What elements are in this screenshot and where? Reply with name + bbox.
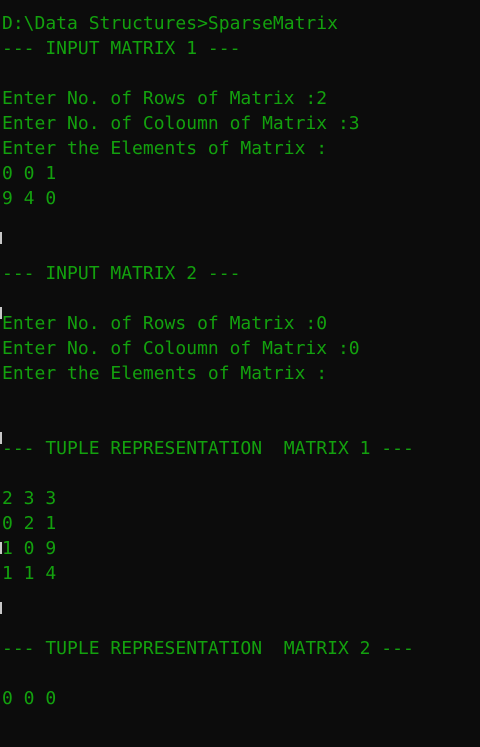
tuple-matrix-2-row-1: 0 0 0 xyxy=(2,688,57,709)
rows-prompt-matrix-1: Enter No. of Rows of Matrix :2 xyxy=(2,88,328,109)
elements-prompt-matrix-2: Enter the Elements of Matrix : xyxy=(2,363,328,384)
window-edge-mark xyxy=(0,232,2,244)
elements-prompt-matrix-1: Enter the Elements of Matrix : xyxy=(2,138,328,159)
tuple-matrix-1-row-2: 0 2 1 xyxy=(2,513,57,534)
matrix-1-row-2: 9 4 0 xyxy=(2,188,57,209)
tuple-matrix-1-row-3: 1 0 9 xyxy=(2,538,57,559)
tuple-matrix-2-header: --- TUPLE REPRESENTATION MATRIX 2 --- xyxy=(2,638,414,659)
matrix-1-row-1: 0 0 1 xyxy=(2,163,57,184)
columns-prompt-matrix-2: Enter No. of Coloumn of Matrix :0 xyxy=(2,338,360,359)
console-window: D:\Data Structures>SparseMatrix --- INPU… xyxy=(0,0,480,747)
input-matrix-2-header: --- INPUT MATRIX 2 --- xyxy=(2,263,241,284)
window-edge-mark xyxy=(0,602,2,614)
window-edge-mark xyxy=(0,432,2,444)
tuple-matrix-1-header: --- TUPLE REPRESENTATION MATRIX 1 --- xyxy=(2,438,414,459)
window-edge-mark xyxy=(0,307,2,319)
columns-prompt-matrix-1: Enter No. of Coloumn of Matrix :3 xyxy=(2,113,360,134)
tuple-matrix-1-row-1: 2 3 3 xyxy=(2,488,57,509)
command-prompt-line: D:\Data Structures>SparseMatrix xyxy=(2,13,338,34)
window-edge-mark xyxy=(0,542,2,554)
rows-prompt-matrix-2: Enter No. of Rows of Matrix :0 xyxy=(2,313,328,334)
tuple-matrix-1-row-4: 1 1 4 xyxy=(2,563,57,584)
input-matrix-1-header: --- INPUT MATRIX 1 --- xyxy=(2,38,241,59)
